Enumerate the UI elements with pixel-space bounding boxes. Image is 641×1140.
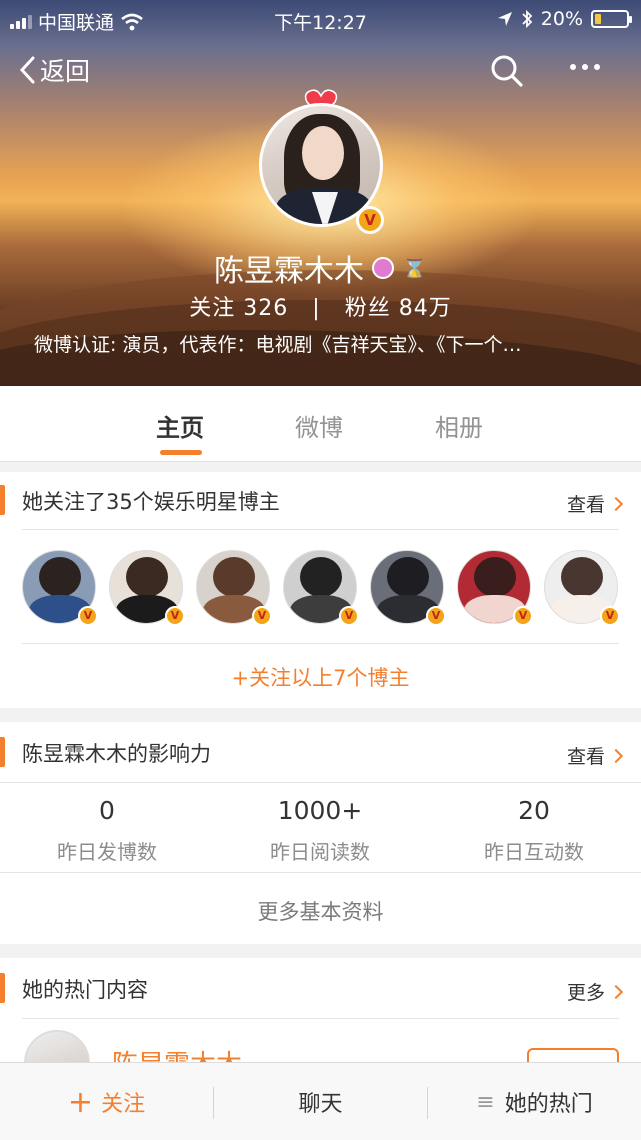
member-badge-icon[interactable] xyxy=(372,257,395,279)
chevron-right-icon xyxy=(608,748,624,763)
card-accent-bar xyxy=(0,737,5,767)
profile-page: 中国联通 下午12:27 20% 返回 V 陈昱霖木木 ⌛ 关注 326 | 粉… xyxy=(0,0,641,1140)
verified-badge-icon: V xyxy=(513,606,533,626)
following-label: 关注 xyxy=(189,296,236,321)
tab-home[interactable]: 主页 xyxy=(156,408,204,443)
follow-button[interactable]: + 关注 xyxy=(0,1063,213,1140)
back-chevron-icon xyxy=(19,56,35,84)
verification-text[interactable]: 微博认证: 演员，代表作：电视剧《吉祥天宝》、《下一个… xyxy=(34,330,614,357)
profile-name-row: 陈昱霖木木 ⌛ xyxy=(0,246,641,290)
profile-name: 陈昱霖木木 xyxy=(214,254,365,289)
divider xyxy=(22,1018,619,1019)
view-label: 查看 xyxy=(566,746,605,768)
list-icon: ≡ xyxy=(476,1089,495,1115)
card-accent-bar xyxy=(0,973,5,1003)
stat-label: 昨日互动数 xyxy=(484,840,584,864)
back-button[interactable]: 返回 xyxy=(18,52,90,88)
followers-stat[interactable]: 粉丝 84万 xyxy=(345,296,452,321)
hot-more-link[interactable]: 更多 xyxy=(566,978,624,1005)
chat-label: 聊天 xyxy=(298,1092,343,1117)
verified-badge-icon: V xyxy=(600,606,620,626)
following-stat[interactable]: 关注 326 xyxy=(189,296,288,321)
hourglass-icon[interactable]: ⌛ xyxy=(402,256,427,280)
verified-badge-icon: V xyxy=(426,606,446,626)
her-hot-button[interactable]: ≡ 她的热门 xyxy=(428,1063,641,1140)
tab-weibo[interactable]: 微博 xyxy=(295,408,343,443)
influence-view-link[interactable]: 查看 xyxy=(566,742,624,769)
influence-card-title: 陈昱霖木木的影响力 xyxy=(22,742,211,766)
profile-tabs: 主页 微博 相册 xyxy=(0,386,641,462)
back-label: 返回 xyxy=(40,57,91,86)
stat-label: 昨日阅读数 xyxy=(270,840,370,864)
her-hot-label: 她的热门 xyxy=(504,1092,593,1117)
battery-icon xyxy=(591,10,632,28)
following-count: 326 xyxy=(243,296,289,321)
verified-badge-icon: V xyxy=(356,206,384,234)
view-label: 查看 xyxy=(566,494,605,516)
chat-button[interactable]: 聊天 xyxy=(214,1063,427,1140)
follow-all-button[interactable]: +关注以上7个博主 xyxy=(0,662,641,692)
tab-active-indicator xyxy=(160,450,202,455)
followers-label: 粉丝 xyxy=(344,296,391,321)
card-accent-bar xyxy=(0,485,5,515)
profile-header: 中国联通 下午12:27 20% 返回 V 陈昱霖木木 ⌛ 关注 326 | 粉… xyxy=(0,0,641,386)
tab-album[interactable]: 相册 xyxy=(435,408,483,443)
bottom-action-bar: + 关注 聊天 ≡ 她的热门 xyxy=(0,1062,641,1140)
battery-percent: 20% xyxy=(540,8,583,30)
stat-label: 昨日发博数 xyxy=(57,840,157,864)
more-label: 更多 xyxy=(566,982,605,1004)
bluetooth-icon xyxy=(522,9,533,29)
chevron-right-icon xyxy=(608,496,624,511)
more-icon[interactable] xyxy=(570,64,600,70)
plus-icon: + xyxy=(67,1084,94,1120)
status-bar: 中国联通 下午12:27 20% xyxy=(0,6,641,34)
verified-badge-icon: V xyxy=(339,606,359,626)
stat-value: 20 xyxy=(518,796,550,825)
divider xyxy=(0,782,641,783)
follow-label: 关注 xyxy=(101,1092,146,1117)
follow-stats: 关注 326 | 粉丝 84万 xyxy=(0,290,641,322)
hot-card-title: 她的热门内容 xyxy=(22,978,148,1002)
follows-view-link[interactable]: 查看 xyxy=(566,490,624,517)
follows-card-title: 她关注了35个娱乐明星博主 xyxy=(22,490,280,514)
divider xyxy=(22,643,619,644)
verified-badge-icon: V xyxy=(252,606,272,626)
stat-value: 0 xyxy=(99,796,115,825)
location-icon xyxy=(497,12,512,26)
chevron-right-icon xyxy=(608,984,624,999)
stat-value: 1000+ xyxy=(277,796,363,825)
search-icon[interactable] xyxy=(490,54,524,88)
divider xyxy=(22,529,619,530)
divider xyxy=(0,872,641,873)
verified-badge-icon: V xyxy=(78,606,98,626)
verified-badge-icon: V xyxy=(165,606,185,626)
more-info-button[interactable]: 更多基本资料 xyxy=(0,896,641,926)
stat-separator: | xyxy=(312,296,321,321)
followers-count: 84万 xyxy=(398,296,452,321)
